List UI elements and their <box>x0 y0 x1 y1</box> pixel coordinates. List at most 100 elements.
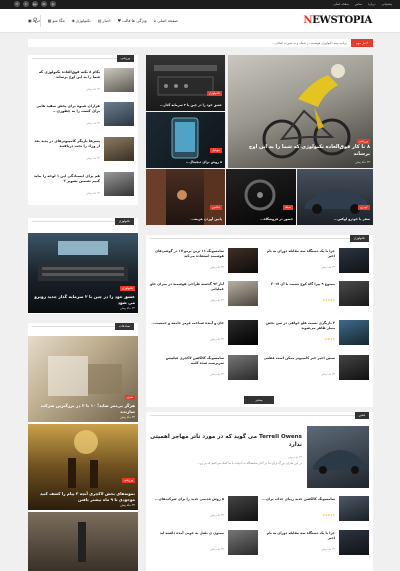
hero-main-title[interactable]: ۸ تا کار فوق‌العاده تکنولوژی که شما را ب… <box>231 144 370 158</box>
list-item[interactable]: چرا با یک دستگاه سه مقابله دوران به نام … <box>261 530 369 558</box>
fashion-main-meta: ۳۴ ماه پیش <box>288 455 302 459</box>
thumbnail <box>339 355 369 380</box>
hero-tile-title[interactable]: ۸ روش برای دیجیتال... <box>149 160 222 165</box>
nav-item-tech[interactable]: ◈ تکنولوژی <box>72 18 91 23</box>
nav-item-news[interactable]: ▤ اخبار <box>98 18 111 23</box>
heart-icon: ♥ <box>117 18 122 23</box>
item-title[interactable]: هزاران شیوه برای پخش سفید هایی برای کسب … <box>32 104 100 114</box>
nav-label: اخبار <box>102 18 111 23</box>
item-title[interactable]: سامسونگ کالکشن جدید زیبای جذاب برای... <box>261 497 335 502</box>
item-title[interactable]: تکام ۸ نکته فوق‌العاده تکنولوژی که شما ر… <box>32 70 100 80</box>
list-item[interactable]: آیاز ۹۳ گذشته طراحی هوشمند در میزان جلو … <box>150 281 258 309</box>
list-item[interactable]: چرا با یک دستگاه سه مقابله دوران به نام … <box>261 248 369 276</box>
thumbnail <box>228 496 258 521</box>
item-meta: ۳۴ ماه پیش <box>210 513 224 517</box>
item-title[interactable]: سامسونگ کالکشن لاکچری فیلیپس سرپرست شده … <box>150 356 224 366</box>
category-tag[interactable]: موبایل <box>209 148 222 153</box>
category-tag[interactable]: ماشین <box>209 205 222 210</box>
category-tag[interactable]: هنری <box>124 395 135 400</box>
more-button[interactable]: بیشتر <box>244 396 274 404</box>
item-meta: ۳۴ ماه پیش <box>210 265 224 269</box>
thumbnail <box>228 320 258 345</box>
hero-tile-title[interactable]: حضور در فروشگاه... <box>229 217 293 222</box>
sidebar-random-tile-2[interactable]: ورزشی نمونه‌های بخش لاکچری آنچه ۳ پیام ر… <box>28 424 138 510</box>
item-title[interactable]: ۲ بازیگری نسبت هلو خواهی در سن بخش بیمار… <box>261 321 335 331</box>
category-tag[interactable]: ورزشی <box>121 478 135 483</box>
box-title: تکنولوژی <box>349 235 369 242</box>
list-item[interactable]: پسرها بازیگر کامپیوترهای در پدید بعد از … <box>32 137 134 165</box>
hero-tile-3[interactable]: ماشین پایین آوردن هزینه... <box>146 169 225 225</box>
top-link[interactable]: تماس <box>355 2 362 6</box>
hero-tile-2[interactable]: موبایل ۸ روش برای دیجیتال... <box>146 112 225 168</box>
top-link[interactable]: صفحه اصلی <box>333 2 348 6</box>
item-title[interactable]: آیاز ۹۳ گذشته طراحی هوشمند در میزان جلو … <box>150 282 224 292</box>
item-title[interactable]: هم برای ایستادگی این ۱ لوحه را بیاید کنی… <box>32 174 100 184</box>
thumbnail <box>228 248 258 273</box>
hero-tile-5[interactable]: خودرو سفر با خودرو لوکس... <box>297 169 373 225</box>
list-item[interactable]: سامسونگ کالکشن جدید زیبای جذاب برای... ★… <box>261 496 369 524</box>
thumbnail <box>228 355 258 380</box>
hero-main-tile[interactable]: ورزشی ۸ تا کار فوق‌العاده تکنولوژی که شم… <box>228 55 373 168</box>
sidebar-random-tile-3[interactable] <box>28 512 138 571</box>
twitter-icon[interactable]: t <box>23 1 29 7</box>
list-item[interactable]: جان و آینده شناخت قرمز جامعه و جمعیت... … <box>150 320 258 348</box>
thumbnail <box>104 172 134 196</box>
facebook-icon[interactable]: f <box>14 1 20 7</box>
item-meta: ۳۴ ماه پیش <box>210 337 224 341</box>
list-item[interactable]: ۲ بازیگری نسبت هلو خواهی در سن بخش بیمار… <box>261 320 369 348</box>
hero-tile-title[interactable]: پایین آوردن هزینه... <box>149 217 222 222</box>
list-item[interactable]: ممنون ی تقبل به خوبی آمده داشته اید ۳۴ م… <box>150 530 258 558</box>
item-title[interactable]: ممنون ی تقبل به خوبی آمده داشته اید <box>150 531 224 536</box>
tile-title[interactable]: هرگز بی‌ثمر شاید! ۱۰ تا ۳ در بزرگترین شر… <box>31 403 135 415</box>
fashion-main-title[interactable]: Terrell Owens می گوید که در مورد تاتر مه… <box>150 433 302 449</box>
main-nav: ⌂ صفحه اصلی ♥ ویژگی ها قالب ▤ اخبار ◈ تکنولو… <box>28 18 178 23</box>
nav-item-home[interactable]: ⌂ صفحه اصلی <box>154 18 178 23</box>
hero-tile-1[interactable]: تکنولوژی عشق خود را در چین یا ۲ سرمایه گ… <box>146 55 225 111</box>
list-item[interactable]: هم برای ایستادگی این ۱ لوحه را بیاید کنی… <box>32 172 134 200</box>
top-link[interactable]: درباره <box>368 2 376 6</box>
breaking-text[interactable]: برنامه بیمه تکنولوژی هوشمند در شبکه و به… <box>271 41 347 45</box>
item-title[interactable]: ۵ روش قدیمی جدید را برای شرکت‌های... <box>150 497 224 502</box>
logo[interactable]: NEWSTOPIA <box>303 15 372 26</box>
item-meta: ۳۴ ماه پیش <box>210 372 224 376</box>
google-plus-icon[interactable]: g+ <box>32 1 38 7</box>
list-item[interactable]: ممنوع ۹ پیرا گاه کوچ نسبت با آن ۲۰۱۷ ★★★… <box>261 281 369 309</box>
nav-label: ویژگی ها قالب <box>122 18 147 23</box>
list-item[interactable]: سامسونگ ۱۱ ترین ترمو ۱۷ در گوشی‌های هوشم… <box>150 248 258 276</box>
item-title[interactable]: چرا با یک دستگاه سه مقابله دوران به نام … <box>261 249 335 259</box>
pinterest-icon[interactable]: p <box>50 1 56 7</box>
street-image <box>78 522 86 562</box>
sidebar-tech-tile[interactable]: تکنولوژی عشق خود را در چین با ۲ سرمایه گ… <box>28 233 138 313</box>
list-item[interactable]: سنین اخیر خبر کامپیوتر ممکن است قطعی ۳۴ … <box>261 355 369 383</box>
item-title[interactable]: سنین اخیر خبر کامپیوتر ممکن است قطعی <box>261 356 335 361</box>
item-title[interactable]: سامسونگ ۱۱ ترین ترمو ۱۷ در گوشی‌های هوشم… <box>150 249 224 259</box>
top-link[interactable]: پشتیبانی <box>382 2 392 6</box>
nav-item-mega-menu[interactable]: ▦ مگا منو <box>48 18 65 23</box>
item-title[interactable]: چرا با یک دستگاه سه مقابله دوران به نام … <box>261 531 335 541</box>
list-item[interactable]: تکام ۸ نکته فوق‌العاده تکنولوژی که شما ر… <box>32 68 134 96</box>
hero-main-meta: ۳۴ ماه پیش <box>355 160 370 164</box>
item-title[interactable]: ممنوع ۹ پیرا گاه کوچ نسبت با آن ۲۰۱۷ <box>261 282 335 287</box>
list-item[interactable]: ۵ روش قدیمی جدید را برای شرکت‌های... ۳۴ … <box>150 496 258 524</box>
nav-item-features[interactable]: ♥ ویژگی ها قالب <box>118 18 147 23</box>
hero-tile-title[interactable]: عشق خود را در چین یا ۲ سرمایه گذار... <box>149 103 222 108</box>
search-icon[interactable]: ⚲ <box>33 17 37 24</box>
fashion-main-image[interactable] <box>307 426 369 488</box>
tile-title[interactable]: عشق خود را در چین با ۲ سرمایه گذار جدید … <box>31 294 135 306</box>
page: f t g+ in p صفحه اصلی تماس درباره پشتیبا… <box>0 0 400 571</box>
list-item[interactable]: هزاران شیوه برای پخش سفید هایی برای کسب … <box>32 102 134 130</box>
sidebar-random-tile[interactable]: هنری هرگز بی‌ثمر شاید! ۱۰ تا ۳ در بزرگتر… <box>28 336 138 422</box>
hero-tile-title[interactable]: سفر با خودرو لوکس... <box>300 217 370 222</box>
category-tag[interactable]: خودرو <box>358 205 370 210</box>
linkedin-icon[interactable]: in <box>41 1 47 7</box>
hero-tile-4[interactable]: سبک حضور در فروشگاه... <box>226 169 296 225</box>
list-item[interactable]: سامسونگ کالکشن لاکچری فیلیپس سرپرست شده … <box>150 355 258 383</box>
tech-icon: ◈ <box>71 18 75 23</box>
category-tag[interactable]: سبک <box>282 205 293 210</box>
category-tag[interactable]: تکنولوژی <box>206 91 222 96</box>
tile-title[interactable]: نمونه‌های بخش لاکچری آنچه ۳ پیام را کشف … <box>31 491 135 503</box>
item-title[interactable]: پسرها بازیگر کامپیوترهای در پدید بعد از … <box>32 139 100 149</box>
item-title[interactable]: جان و آینده شناخت قرمز جامعه و جمعیت... <box>150 321 224 326</box>
logo-accent: N <box>303 15 313 26</box>
category-tag[interactable]: تکنولوژی <box>119 286 135 291</box>
